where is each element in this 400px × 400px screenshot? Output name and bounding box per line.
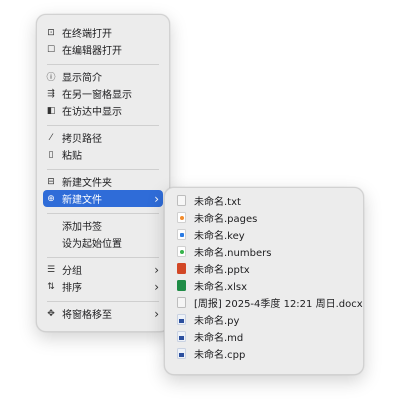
sort-item[interactable]: ⇅ 排序 › [43,278,163,295]
menu-item-label: 新建文件 [62,195,102,206]
group-item[interactable]: ☰ 分组 › [43,261,163,278]
context-menu: ⊡ 在终端打开 ☐ 在编辑器打开 ⓘ 显示简介 ⇶ 在另一窗格显示 ◧ 在访达中… [36,14,170,332]
chevron-right-icon: › [154,306,159,321]
paste-item[interactable]: ▯ 粘贴 [43,146,163,163]
show-in-finder-item[interactable]: ◧ 在访达中显示 [43,102,163,119]
submenu-item-txt[interactable]: 未命名.txt [173,192,355,209]
menu-item-label: 显示简介 [62,73,102,84]
menu-separator [47,125,159,126]
new-folder-item[interactable]: ⊟ 新建文件夹 [43,173,163,190]
sort-icon: ⇅ [47,281,55,292]
document-file-icon [177,297,186,308]
cpp-file-icon [177,348,186,359]
chevron-right-icon: › [154,191,159,206]
group-icon: ☰ [46,264,56,275]
new-file-item[interactable]: ⊕ 新建文件 › [43,190,163,207]
menu-item-label: 分组 [62,266,82,277]
clipboard-icon: ▯ [48,149,54,160]
markdown-file-icon [177,331,186,342]
submenu-item-md[interactable]: 未命名.md [173,328,355,345]
excel-file-icon [177,280,186,291]
menu-item-label: 在编辑器打开 [62,46,122,57]
get-info-item[interactable]: ⓘ 显示简介 [43,68,163,85]
submenu-item-pptx[interactable]: 未命名.pptx [173,260,355,277]
menu-item-label: 粘贴 [62,151,82,162]
menu-item-label: 将窗格移至 [62,310,112,321]
python-file-icon [177,314,186,325]
menu-item-label: 在终端打开 [62,29,112,40]
submenu-item-label: [周报] 2025-4季度 12:21 周日.docx [194,299,363,310]
submenu-item-numbers[interactable]: 未命名.numbers [173,243,355,260]
powerpoint-file-icon [177,263,186,274]
menu-separator [47,301,159,302]
submenu-item-label: 未命名.py [194,316,240,327]
set-start-location-item[interactable]: 设为起始位置 [43,234,163,251]
menu-separator [47,64,159,65]
menu-separator [47,257,159,258]
submenu-item-pages[interactable]: 未命名.pages [173,209,355,226]
menu-item-label: 设为起始位置 [62,239,122,250]
submenu-item-label: 未命名.pages [194,214,258,225]
menu-separator [47,213,159,214]
path-icon: ⁄ [50,132,52,143]
info-icon: ⓘ [46,73,56,83]
submenu-item-py[interactable]: 未命名.py [173,311,355,328]
menu-separator [47,169,159,170]
show-in-other-pane-item[interactable]: ⇶ 在另一窗格显示 [43,85,163,102]
add-bookmark-item[interactable]: 添加书签 [43,217,163,234]
pages-file-icon [177,212,186,223]
move-pane-item[interactable]: ✥ 将窗格移至 › [43,305,163,322]
keynote-file-icon [177,229,186,240]
submenu-item-label: 未命名.key [194,231,245,242]
submenu-item-label: 未命名.md [194,333,244,344]
submenu-item-label: 未命名.txt [194,197,241,208]
chevron-right-icon: › [154,279,159,294]
finder-icon: ◧ [46,105,56,116]
submenu-item-label: 未命名.numbers [194,248,272,259]
menu-item-label: 新建文件夹 [62,178,112,189]
move-icon: ✥ [47,308,55,319]
terminal-icon: ⊡ [47,27,55,38]
submenu-item-cpp[interactable]: 未命名.cpp [173,345,355,362]
copy-path-item[interactable]: ⁄ 拷贝路径 [43,129,163,146]
menu-item-label: 在另一窗格显示 [62,90,132,101]
submenu-item-key[interactable]: 未命名.key [173,226,355,243]
submenu-item-label: 未命名.xlsx [194,282,248,293]
menu-item-label: 排序 [62,283,82,294]
new-file-icon: ⊕ [47,193,55,204]
new-folder-icon: ⊟ [47,176,55,187]
menu-item-label: 拷贝路径 [62,134,102,145]
numbers-file-icon [177,246,186,257]
submenu-item-label: 未命名.cpp [194,350,246,361]
new-file-submenu: 未命名.txt 未命名.pages 未命名.key 未命名.numbers 未命… [164,187,364,375]
edit-icon: ☐ [46,44,56,55]
submenu-item-xlsx[interactable]: 未命名.xlsx [173,277,355,294]
text-file-icon [177,195,186,206]
submenu-item-docx[interactable]: [周报] 2025-4季度 12:21 周日.docx [173,294,363,311]
split-pane-icon: ⇶ [47,88,55,99]
chevron-right-icon: › [154,262,159,277]
submenu-item-label: 未命名.pptx [194,265,250,276]
menu-item-label: 添加书签 [62,222,102,233]
menu-item-label: 在访达中显示 [62,107,122,118]
open-in-terminal-item[interactable]: ⊡ 在终端打开 [43,24,163,41]
open-in-editor-item[interactable]: ☐ 在编辑器打开 [43,41,163,58]
